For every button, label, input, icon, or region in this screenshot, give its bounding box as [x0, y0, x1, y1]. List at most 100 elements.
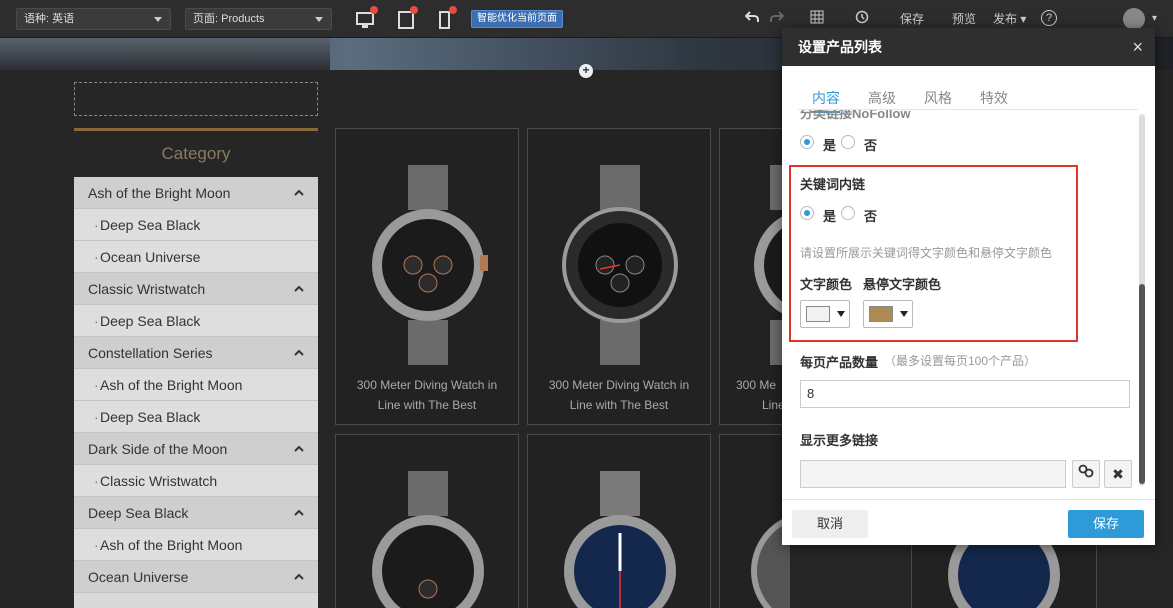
page-select[interactable]: 页面: Products — [185, 8, 332, 30]
cancel-button[interactable]: 取消 — [792, 510, 868, 538]
nofollow-no-label: 否 — [864, 138, 878, 153]
sidebar-item-label: Ash of the Bright Moon — [100, 537, 243, 553]
clear-icon[interactable]: ✖ — [1104, 460, 1132, 488]
product-card[interactable] — [527, 434, 711, 608]
chevron-up-icon[interactable] — [294, 348, 304, 358]
redo-icon[interactable] — [770, 10, 785, 29]
sidebar-item[interactable]: Deep Sea Black — [74, 497, 318, 529]
sidebar-item[interactable]: Constellation Series — [74, 337, 318, 369]
per-page-hint: （最多设置每页100个产品） — [884, 354, 1037, 368]
chevron-up-icon[interactable] — [294, 444, 304, 454]
sidebar-item-label: Deep Sea Black — [100, 313, 201, 329]
product-name: 300 Me — [736, 378, 777, 392]
sidebar-item[interactable]: Ash of the Bright Moon — [74, 369, 318, 401]
category-list: Ash of the Bright Moon Deep Sea Black Ocea… — [74, 177, 318, 608]
dialog-scrollbar-thumb[interactable] — [1139, 284, 1145, 484]
watch-image — [372, 165, 488, 365]
avatar[interactable] — [1123, 8, 1145, 30]
product-card[interactable]: 300 Meter Diving Watch in Line with The … — [335, 128, 519, 425]
mobile-view-icon[interactable] — [439, 10, 451, 33]
product-name: 300 Meter Diving Watch in — [356, 378, 498, 392]
smart-optimize-button[interactable]: 智能优化当前页面 — [471, 10, 563, 28]
category-header: Category — [74, 128, 318, 176]
product-card[interactable]: 300 Meter Diving Watch in Line with The … — [527, 128, 711, 425]
sidebar-item[interactable]: Classic Wristwatch — [74, 273, 318, 305]
product-card[interactable] — [335, 434, 519, 608]
tab-advanced[interactable]: 高级 — [868, 88, 896, 108]
dialog-header: 设置产品列表 × — [782, 28, 1155, 66]
sidebar-item[interactable]: Deep Sea Black — [74, 401, 318, 433]
chevron-up-icon[interactable] — [294, 572, 304, 582]
sidebar-item-label: Constellation Series — [88, 345, 213, 361]
product-name: 300 Meter Diving Watch in — [548, 378, 690, 392]
sidebar-item[interactable]: Ocean Universe — [74, 241, 318, 273]
sidebar-item[interactable]: Dark Side of the Moon — [74, 433, 318, 465]
highlight-box — [789, 165, 1078, 342]
more-link-label: 显示更多链接 — [800, 433, 879, 448]
category-title: Category — [161, 144, 231, 163]
tab-style[interactable]: 风格 — [924, 88, 952, 108]
tablet-alert-dot — [410, 6, 418, 14]
chevron-down-icon: ▾ — [1020, 12, 1027, 26]
sidebar-item-label: Ocean Universe — [88, 569, 189, 585]
sidebar-item[interactable]: Ocean Universe — [74, 561, 318, 593]
nofollow-yes-label: 是 — [823, 138, 837, 153]
product-name: Line with The Best — [377, 398, 477, 412]
nofollow-no-radio[interactable] — [841, 135, 855, 149]
desktop-alert-dot — [370, 6, 378, 14]
language-select[interactable]: 语种: 英语 — [16, 8, 171, 30]
sidebar-item-label: Classic Wristwatch — [88, 281, 206, 297]
more-link-input[interactable] — [800, 460, 1066, 488]
chevron-up-icon[interactable] — [294, 284, 304, 294]
save-toolbar-button[interactable]: 保存 — [900, 10, 924, 28]
history-icon[interactable] — [855, 10, 869, 29]
page-select-label: 页面: Products — [193, 13, 265, 25]
nofollow-yes-radio[interactable] — [800, 135, 814, 149]
sidebar-item-label: Classic Wristwatch — [100, 473, 218, 489]
chevron-down-icon — [315, 17, 323, 22]
product-name: Line with The Best — [569, 398, 669, 412]
language-select-label: 语种: 英语 — [24, 13, 75, 25]
tab-effects[interactable]: 特效 — [980, 88, 1008, 108]
dialog-tabs: 内容 高级 风格 特效 — [782, 66, 1155, 113]
save-button[interactable]: 保存 — [1068, 510, 1144, 538]
chevron-up-icon[interactable] — [294, 188, 304, 198]
dialog-footer: 取消 保存 — [782, 499, 1155, 545]
sidebar-item-label: Deep Sea Black — [88, 505, 189, 521]
close-icon[interactable]: × — [1132, 28, 1143, 66]
dialog-title: 设置产品列表 — [798, 39, 882, 55]
sidebar-item-label: Ocean Universe — [100, 249, 201, 265]
chevron-up-icon[interactable] — [294, 508, 304, 518]
watch-image — [372, 471, 484, 608]
product-card[interactable]: 300 Me Line — [719, 128, 790, 425]
sidebar-item-label: Ash of the Bright Moon — [100, 377, 243, 393]
per-page-input[interactable]: 8 — [800, 380, 1130, 408]
preview-button[interactable]: 预览 — [952, 10, 976, 28]
nofollow-label: 分类链接NoFollow — [800, 110, 911, 121]
sidebar-item[interactable]: Ash of the Bright Moon — [74, 177, 318, 209]
link-icon[interactable] — [1072, 460, 1100, 488]
sidebar-item[interactable]: Deep Sea Black — [74, 209, 318, 241]
sidebar-item[interactable]: Ash of the Bright Moon — [74, 529, 318, 561]
empty-module-placeholder[interactable] — [74, 82, 318, 116]
sidebar-item-label: Deep Sea Black — [100, 217, 201, 233]
per-page-label: 每页产品数量 — [800, 355, 879, 370]
product-card[interactable] — [719, 434, 790, 608]
sidebar-item-label: Dark Side of the Moon — [88, 441, 228, 457]
sidebar-item-label: Deep Sea Black — [100, 409, 201, 425]
add-section-button[interactable]: + — [579, 64, 593, 78]
publish-label: 发布 — [993, 12, 1018, 26]
hero-banner-left — [0, 38, 330, 70]
sidebar-item[interactable]: Deep Sea Black — [74, 305, 318, 337]
help-icon[interactable]: ? — [1041, 10, 1057, 26]
mobile-alert-dot — [449, 6, 457, 14]
product-name: Line — [762, 398, 785, 412]
chevron-down-icon — [154, 17, 162, 22]
undo-icon[interactable] — [744, 10, 759, 29]
grid-icon[interactable] — [810, 10, 824, 29]
watch-image — [564, 471, 676, 608]
chevron-down-icon[interactable]: ▾ — [1152, 10, 1157, 28]
sidebar-item[interactable]: Classic Wristwatch — [74, 465, 318, 497]
watch-image — [562, 165, 678, 365]
publish-button[interactable]: 发布 ▾ — [993, 10, 1026, 28]
